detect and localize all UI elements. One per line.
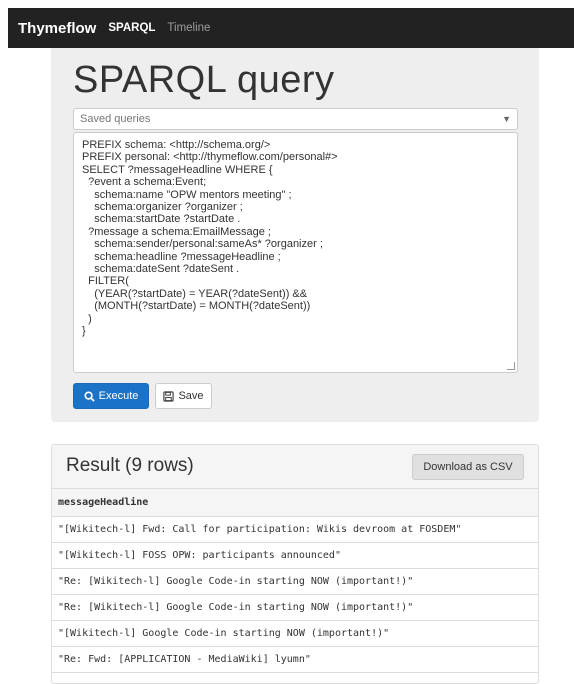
query-line: } — [82, 325, 86, 338]
query-line: schema:organizer ?organizer ; — [82, 201, 243, 214]
query-line: ?message a schema:EmailMessage ; — [82, 225, 271, 238]
query-line: ?event a schema:Event; — [82, 176, 207, 189]
table-row: "Re: [Wikitech-l] Google Code-in startin… — [52, 569, 538, 595]
query-line: (MONTH(?startDate) = MONTH(?dateSent)) — [82, 300, 311, 313]
floppy-disk-icon — [163, 390, 175, 402]
navbar: Thymeflow SPARQL Timeline — [8, 8, 574, 48]
table-row: "Re: Fwd: [APPLICATION - MediaWiki] lyum… — [52, 647, 538, 673]
resize-handle[interactable] — [507, 362, 515, 370]
query-line: schema:name "OPW mentors meeting" ; — [82, 188, 292, 201]
nav-link-timeline[interactable]: Timeline — [167, 22, 210, 34]
column-header: messageHeadline — [52, 489, 538, 517]
results-heading: Result (9 rows) Download as CSV — [52, 445, 538, 489]
brand-link[interactable]: Thymeflow — [18, 20, 96, 37]
saved-queries-select[interactable]: Saved queries ▼ — [73, 108, 518, 130]
execute-label: Execute — [98, 390, 139, 402]
save-label: Save — [178, 390, 204, 402]
download-csv-button[interactable]: Download as CSV — [412, 454, 524, 480]
query-line: (YEAR(?startDate) = YEAR(?dateSent)) && — [82, 287, 308, 300]
query-line: schema:sender/personal:sameAs* ?organize… — [82, 238, 323, 251]
query-line: schema:headline ?messageHeadline ; — [82, 250, 281, 263]
table-row: "[Wikitech-l] FOSS OPW: participants ann… — [52, 543, 538, 569]
execute-button[interactable]: Execute — [73, 383, 149, 409]
query-line: schema:dateSent ?dateSent . — [82, 263, 240, 276]
query-line: ) — [82, 312, 92, 325]
table-row: "Re: [Wikitech-l] Google Code-in startin… — [52, 595, 538, 621]
table-row: "[Wikitech-l] Google Code-in starting NO… — [52, 621, 538, 647]
save-button[interactable]: Save — [155, 383, 212, 409]
query-line: FILTER( — [82, 275, 129, 288]
results-title: Result (9 rows) — [66, 455, 194, 476]
saved-queries-placeholder: Saved queries — [80, 113, 151, 125]
query-line: SELECT ?messageHeadline WHERE { — [82, 163, 273, 176]
nav-link-sparql[interactable]: SPARQL — [108, 22, 155, 34]
query-panel: SPARQL query Saved queries ▼ PREFIX sche… — [51, 48, 539, 422]
page-title: SPARQL query — [73, 59, 335, 101]
search-icon — [84, 390, 95, 402]
results-panel: Result (9 rows) Download as CSV messageH… — [51, 444, 539, 684]
table-row: "[Wikitech-l] Fwd: Call for participatio… — [52, 517, 538, 543]
query-line: PREFIX personal: <http://thymeflow.com/p… — [82, 151, 338, 164]
query-editor[interactable]: PREFIX schema: <http://schema.org/> PREF… — [73, 132, 518, 373]
query-line: PREFIX schema: <http://schema.org/> — [82, 139, 271, 151]
caret-down-icon: ▼ — [502, 114, 511, 124]
query-line: schema:startDate ?startDate . — [82, 213, 241, 226]
